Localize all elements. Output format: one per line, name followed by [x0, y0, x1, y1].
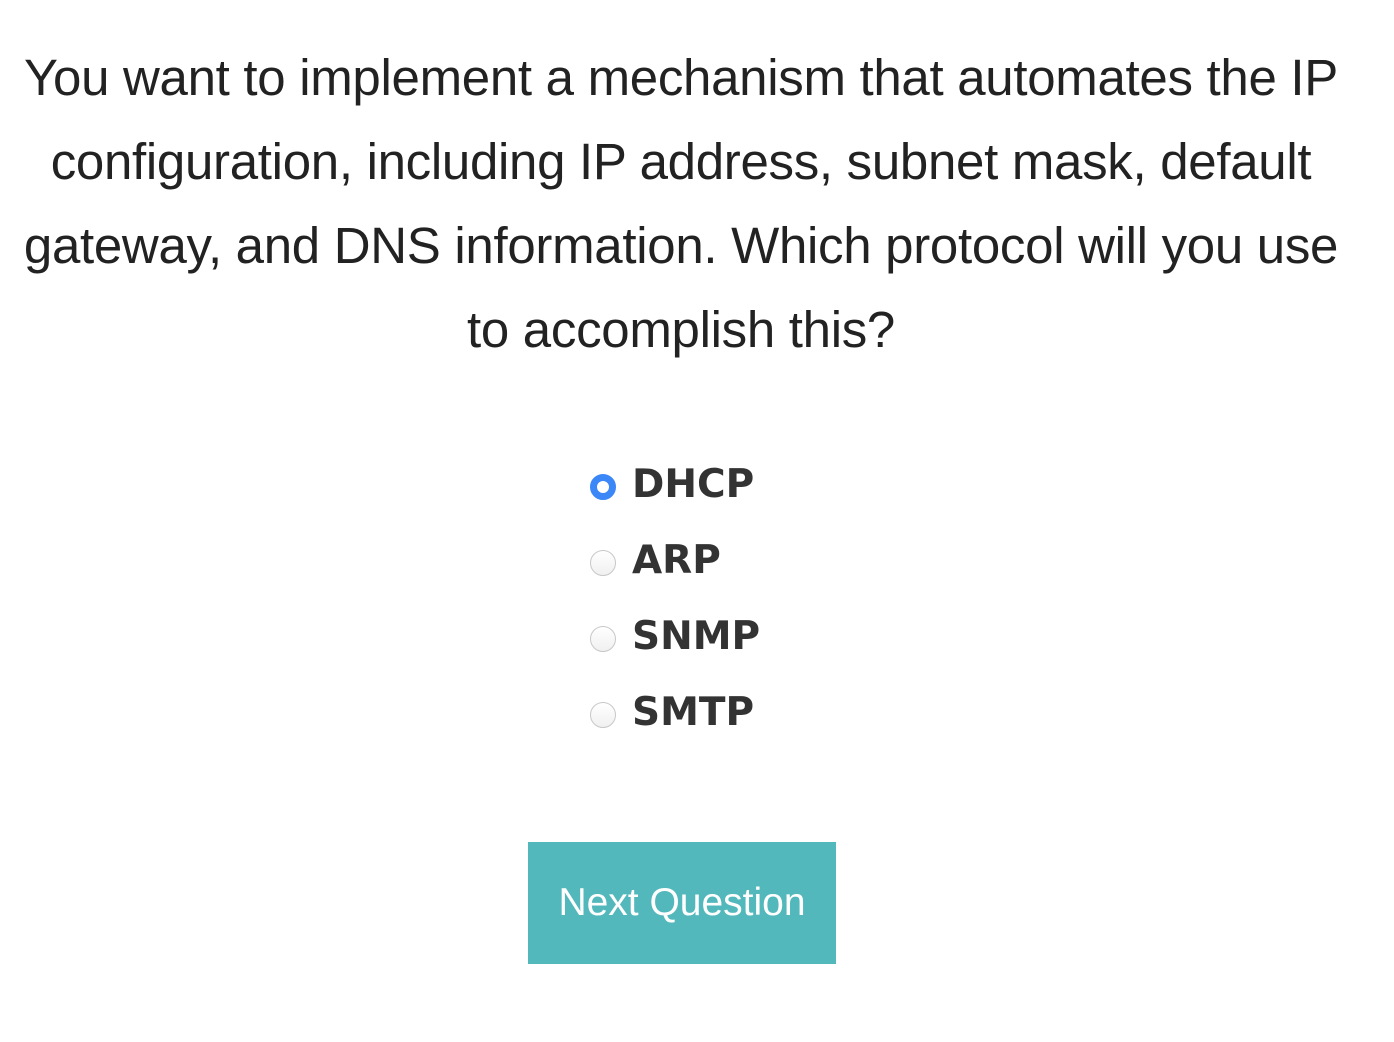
option-arp[interactable]: ARP [590, 522, 760, 598]
option-label: ARP [632, 537, 721, 583]
option-smtp[interactable]: SMTP [590, 674, 760, 750]
radio-button[interactable] [590, 550, 616, 576]
option-label: DHCP [632, 461, 755, 507]
answer-options: DHCP ARP SNMP SMTP [590, 446, 760, 750]
question-text: You want to implement a mechanism that a… [23, 49, 1339, 358]
radio-button[interactable] [590, 626, 616, 652]
next-question-button[interactable]: Next Question [528, 842, 836, 964]
option-dhcp[interactable]: DHCP [590, 446, 760, 522]
option-label: SNMP [632, 613, 761, 659]
radio-button[interactable] [590, 702, 616, 728]
option-label: SMTP [632, 689, 755, 735]
radio-button-selected[interactable] [590, 474, 616, 500]
option-snmp[interactable]: SNMP [590, 598, 760, 674]
